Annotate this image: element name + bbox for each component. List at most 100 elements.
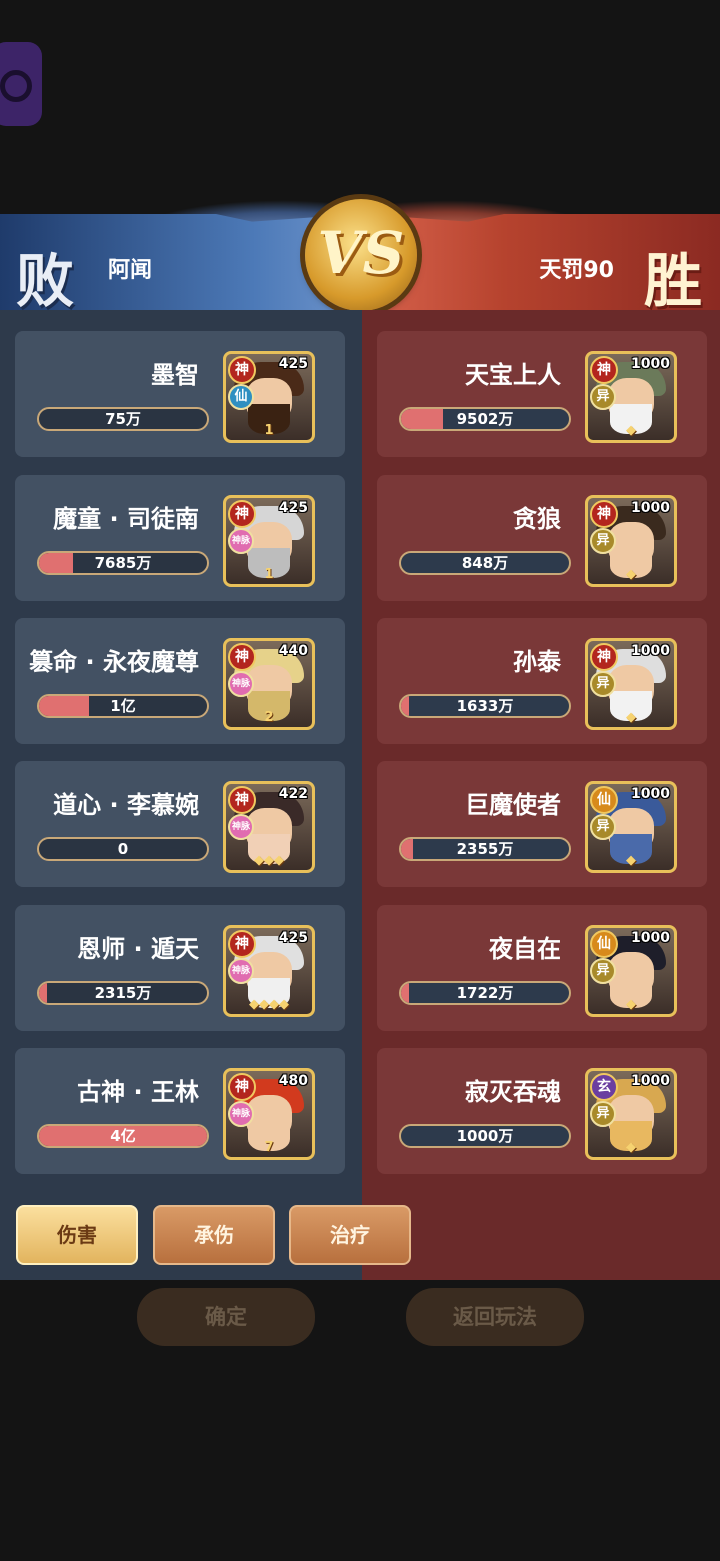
lose-label: 败 [16, 247, 75, 315]
hero-name: 道心 · 李慕婉 [53, 791, 199, 819]
sub-badge: 异 [590, 671, 616, 697]
hero-name: 天宝上人 [465, 361, 561, 389]
sub-badge: 异 [590, 528, 616, 554]
hero-card[interactable]: 墨智 75万 425 神仙 1 [15, 331, 345, 457]
star-rank: ◆◆◆◆ [249, 997, 289, 1012]
hero-card[interactable]: 恩师 · 遁天 2315万 425 神神脉 ◆◆◆◆ [15, 905, 345, 1031]
hero-portrait[interactable]: 440 神神脉 2 [223, 638, 315, 730]
stat-bar: 1722万 [399, 981, 571, 1005]
hero-level: 1000 [631, 356, 670, 372]
sub-badge: 仙 [228, 384, 254, 410]
hero-card[interactable]: 孙泰 1633万 1000 神异 ◆ [377, 618, 707, 744]
hero-portrait[interactable]: 480 神神脉 7 [223, 1068, 315, 1160]
stat-value: 75万 [105, 410, 141, 428]
hero-portrait[interactable]: 1000 仙异 ◆ [585, 781, 677, 873]
grade-badge: 神 [590, 356, 618, 384]
back-to-mode-button[interactable]: 返回玩法 [406, 1288, 584, 1346]
stat-value: 4亿 [110, 1127, 136, 1145]
grade-badge: 神 [228, 1073, 256, 1101]
hero-level: 1000 [631, 786, 670, 802]
hero-level: 1000 [631, 500, 670, 516]
hero-card[interactable]: 天宝上人 9502万 1000 神异 ◆ [377, 331, 707, 457]
hero-portrait[interactable]: 425 神仙 1 [223, 351, 315, 443]
sub-badge: 神脉 [228, 958, 254, 984]
tab-damage-taken[interactable]: 承伤 [153, 1205, 275, 1265]
stat-value: 1722万 [456, 984, 514, 1002]
stat-bar: 1633万 [399, 694, 571, 718]
sub-badge: 神脉 [228, 671, 254, 697]
star-rank: ◆ [626, 853, 636, 868]
hero-portrait[interactable]: 425 神神脉 ◆◆◆◆ [223, 925, 315, 1017]
hero-card[interactable]: 贪狼 848万 1000 神异 ◆ [377, 475, 707, 601]
hero-portrait[interactable]: 425 神神脉 1 [223, 495, 315, 587]
sub-badge: 异 [590, 384, 616, 410]
grade-badge: 神 [228, 930, 256, 958]
confirm-button[interactable]: 确定 [137, 1288, 315, 1346]
stat-value: 1亿 [110, 697, 136, 715]
hero-portrait[interactable]: 1000 仙异 ◆ [585, 925, 677, 1017]
stat-bar: 848万 [399, 551, 571, 575]
stat-bar: 2355万 [399, 837, 571, 861]
star-rank: ◆ [626, 567, 636, 582]
hero-name: 魔童 · 司徒南 [53, 505, 199, 533]
stat-value: 9502万 [456, 410, 514, 428]
grade-badge: 玄 [590, 1073, 618, 1101]
star-rank: 7 [264, 1140, 274, 1155]
win-label: 胜 [643, 247, 702, 315]
stat-bar: 75万 [37, 407, 209, 431]
hero-portrait[interactable]: 1000 玄异 ◆ [585, 1068, 677, 1160]
stat-bar: 4亿 [37, 1124, 209, 1148]
hero-level: 425 [278, 930, 308, 946]
hero-name: 寂灭吞魂 [465, 1078, 561, 1106]
grade-badge: 神 [228, 643, 256, 671]
sub-badge: 异 [590, 814, 616, 840]
star-rank: ◆ [626, 1140, 636, 1155]
stat-bar: 9502万 [399, 407, 571, 431]
hero-portrait[interactable]: 1000 神异 ◆ [585, 351, 677, 443]
stat-bar: 7685万 [37, 551, 209, 575]
hero-name: 墨智 [151, 361, 199, 389]
hero-portrait[interactable]: 1000 神异 ◆ [585, 495, 677, 587]
floating-menu-button[interactable] [0, 42, 42, 126]
hero-level: 425 [278, 500, 308, 516]
stat-bar: 2315万 [37, 981, 209, 1005]
hero-portrait[interactable]: 1000 神异 ◆ [585, 638, 677, 730]
grade-badge: 神 [228, 356, 256, 384]
stat-bar: 0 [37, 837, 209, 861]
stat-value: 1000万 [456, 1127, 514, 1145]
hero-level: 1000 [631, 643, 670, 659]
star-rank: ◆ [626, 997, 636, 1012]
hero-name: 恩师 · 遁天 [77, 935, 199, 963]
hero-name: 篡命 · 永夜魔尊 [29, 648, 199, 676]
sub-badge: 神脉 [228, 814, 254, 840]
stat-value: 7685万 [94, 554, 152, 572]
hero-name: 孙泰 [513, 648, 561, 676]
hero-card[interactable]: 寂灭吞魂 1000万 1000 玄异 ◆ [377, 1048, 707, 1174]
battle-result-header: 败 阿闻 天罚90 胜 VS [0, 199, 720, 315]
stat-value: 0 [117, 840, 129, 858]
hero-level: 422 [278, 786, 308, 802]
hero-level: 425 [278, 356, 308, 372]
hero-card[interactable]: 古神 · 王林 4亿 480 神神脉 7 [15, 1048, 345, 1174]
hero-name: 巨魔使者 [465, 791, 561, 819]
star-rank: 1 [264, 423, 274, 438]
tab-healing[interactable]: 治疗 [289, 1205, 411, 1265]
star-rank: ◆◆◆ [254, 853, 284, 868]
hero-portrait[interactable]: 422 神神脉 ◆◆◆ [223, 781, 315, 873]
hero-card[interactable]: 道心 · 李慕婉 0 422 神神脉 ◆◆◆ [15, 761, 345, 887]
tab-damage[interactable]: 伤害 [16, 1205, 138, 1265]
vs-text: VS [317, 219, 405, 287]
star-rank: ◆ [626, 423, 636, 438]
stat-value: 848万 [461, 554, 509, 572]
hero-card[interactable]: 夜自在 1722万 1000 仙异 ◆ [377, 905, 707, 1031]
hero-level: 440 [278, 643, 308, 659]
grade-badge: 仙 [590, 786, 618, 814]
stat-bar: 1亿 [37, 694, 209, 718]
hero-card[interactable]: 巨魔使者 2355万 1000 仙异 ◆ [377, 761, 707, 887]
stat-value: 1633万 [456, 697, 514, 715]
sub-badge: 异 [590, 1101, 616, 1127]
hero-card[interactable]: 魔童 · 司徒南 7685万 425 神神脉 1 [15, 475, 345, 601]
hero-card[interactable]: 篡命 · 永夜魔尊 1亿 440 神神脉 2 [15, 618, 345, 744]
sub-badge: 异 [590, 958, 616, 984]
stat-value: 2315万 [94, 984, 152, 1002]
